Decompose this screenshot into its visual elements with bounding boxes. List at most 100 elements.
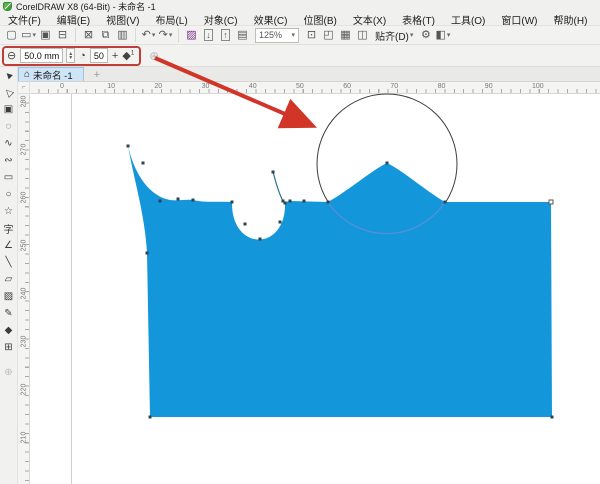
new-tab-button[interactable]: + — [94, 70, 100, 81]
search-content-button[interactable]: ▨ — [184, 27, 199, 43]
interactive-fill-tool-icon: ◆ — [5, 325, 13, 336]
transparency-tool[interactable]: ▨ — [1, 288, 17, 305]
drawing-canvas[interactable] — [30, 94, 600, 484]
polygon-tool[interactable]: ☆ — [1, 203, 17, 220]
save-button[interactable]: ▣ — [38, 27, 53, 43]
rectangle-tool[interactable]: ▭ — [1, 169, 17, 186]
drop-shadow-tool[interactable]: ▱ — [1, 271, 17, 288]
pick-tool-icon: ▲ — [1, 68, 16, 83]
menu-item-9[interactable]: 表格(T) — [394, 12, 443, 27]
ink-nib-icon[interactable]: ◆1 — [122, 49, 134, 62]
copy-icon: ⧉ — [102, 28, 110, 43]
menu-item-6[interactable]: 效果(C) — [246, 12, 296, 27]
h-ruler-label: 80 — [438, 83, 446, 90]
publish-pdf-button[interactable]: ▤ — [235, 27, 250, 43]
chevron-down-icon: ▾ — [32, 28, 36, 43]
rate-dial-icon: ◔ — [79, 50, 86, 62]
zoom-level-combo[interactable]: 125% ▾ — [255, 28, 299, 43]
paste-button[interactable]: ▥ — [115, 27, 130, 43]
nib-size-stepper[interactable]: ▲▼ — [66, 48, 75, 63]
menu-item-2[interactable]: 编辑(E) — [49, 12, 98, 27]
vertical-ruler[interactable]: 280270260250240230220210 — [18, 94, 30, 484]
eyedropper-tool-icon: ✎ — [4, 308, 12, 319]
h-ruler-label: 20 — [154, 83, 162, 90]
print-button[interactable]: ⊟ — [55, 27, 70, 43]
cut-button[interactable]: ⊠ — [81, 27, 96, 43]
show-rulers-icon: ◰ — [323, 28, 333, 43]
menu-item-4[interactable]: 布局(L) — [147, 12, 195, 27]
crop-tool[interactable]: ▣ — [1, 101, 17, 118]
menu-item-8[interactable]: 文本(X) — [345, 12, 394, 27]
paste-icon: ▥ — [117, 28, 127, 43]
v-ruler-label: 270 — [21, 144, 28, 156]
import-icon: ↓ — [204, 29, 213, 41]
ruler-origin-corner[interactable]: ⌐ — [18, 82, 30, 94]
dimension-tool[interactable]: ∠ — [1, 237, 17, 254]
mesh-fill-tool[interactable]: ⊞ — [1, 339, 17, 356]
crosshair-ghost-icon: ⊕ — [149, 49, 159, 63]
document-tab[interactable]: ⌂ 未命名 -1 — [18, 67, 84, 81]
chevron-down-icon: ▾ — [410, 31, 414, 39]
menu-item-1[interactable]: 文件(F) — [0, 12, 49, 27]
menu-item-7[interactable]: 位图(B) — [295, 12, 344, 27]
undo-button[interactable]: ↶▾ — [141, 27, 156, 43]
h-ruler-label: 30 — [202, 83, 210, 90]
fullscreen-preview-button[interactable]: ⊡ — [304, 27, 319, 43]
menu-item-5[interactable]: 对象(C) — [196, 12, 246, 27]
print-icon: ⊟ — [58, 28, 67, 43]
show-guidelines-button[interactable]: ◫ — [355, 27, 370, 43]
horizontal-ruler[interactable]: 0102030405060708090100 — [30, 82, 600, 94]
menu-item-3[interactable]: 视图(V) — [98, 12, 147, 27]
home-icon: ⌂ — [24, 69, 30, 80]
connector-tool-icon: ╲ — [5, 257, 11, 268]
show-rulers-button[interactable]: ◰ — [321, 27, 336, 43]
rate-input[interactable]: 50 — [90, 48, 108, 63]
v-ruler-label: 250 — [21, 240, 28, 252]
import-button[interactable]: ↓ — [201, 27, 216, 43]
launcher-button[interactable]: ◧▾ — [435, 27, 450, 43]
transparency-tool-icon: ▨ — [4, 291, 13, 302]
menu-item-12[interactable]: 帮助(H) — [546, 12, 596, 27]
pick-tool[interactable]: ▲ — [1, 67, 17, 84]
menu-item-11[interactable]: 窗口(W) — [493, 12, 545, 27]
nib-size-input[interactable]: 50.0 mm — [20, 48, 63, 63]
rectangle-tool-icon: ▭ — [4, 172, 13, 183]
smart-fill-tool[interactable]: ⊕ — [1, 364, 17, 381]
interactive-fill-tool[interactable]: ◆ — [1, 322, 17, 339]
freehand-tool[interactable]: ∿ — [1, 135, 17, 152]
options-icon: ⚙ — [421, 28, 431, 43]
show-grid-button[interactable]: ▦ — [338, 27, 353, 43]
open-button[interactable]: ▭▾ — [21, 27, 36, 43]
redo-button[interactable]: ↷▾ — [158, 27, 173, 43]
freehand-tool-icon: ∿ — [4, 138, 12, 149]
export-icon: ↑ — [221, 29, 230, 41]
menu-bar: 文件(F)编辑(E)视图(V)布局(L)对象(C)效果(C)位图(B)文本(X)… — [0, 13, 600, 26]
options-button[interactable]: ⚙ — [418, 27, 433, 43]
chevron-down-icon: ▾ — [169, 28, 173, 43]
eyedropper-tool[interactable]: ✎ — [1, 305, 17, 322]
copy-button[interactable]: ⧉ — [98, 27, 113, 43]
chevron-down-icon: ▾ — [291, 31, 295, 39]
ellipse-tool[interactable]: ○ — [1, 186, 17, 203]
artistic-media-tool-icon: ∾ — [4, 155, 12, 166]
export-button[interactable]: ↑ — [218, 27, 233, 43]
menu-item-10[interactable]: 工具(O) — [443, 12, 493, 27]
snap-to-dropdown[interactable]: 贴齐(D)▾ — [375, 28, 413, 43]
h-ruler-label: 60 — [343, 83, 351, 90]
coreldraw-logo-icon — [3, 2, 12, 11]
open-icon: ▭ — [21, 28, 31, 43]
connector-tool[interactable]: ╲ — [1, 254, 17, 271]
smart-fill-tool-icon: ⊕ — [4, 367, 12, 378]
fullscreen-preview-icon: ⊡ — [307, 28, 316, 43]
show-grid-icon: ▦ — [340, 28, 350, 43]
shape-tool[interactable]: △ — [1, 84, 17, 101]
text-tool[interactable]: 字 — [1, 220, 17, 237]
zoom-tool[interactable]: ◌ — [1, 118, 17, 135]
chevron-down-icon: ▾ — [152, 28, 156, 43]
zoom-level-value: 125% — [259, 30, 282, 40]
show-guidelines-icon: ◫ — [357, 28, 367, 43]
new-document-button[interactable]: ▢ — [4, 27, 19, 43]
page-boundary-line — [71, 94, 72, 484]
add-nib-icon[interactable]: + — [112, 50, 118, 62]
artistic-media-tool[interactable]: ∾ — [1, 152, 17, 169]
